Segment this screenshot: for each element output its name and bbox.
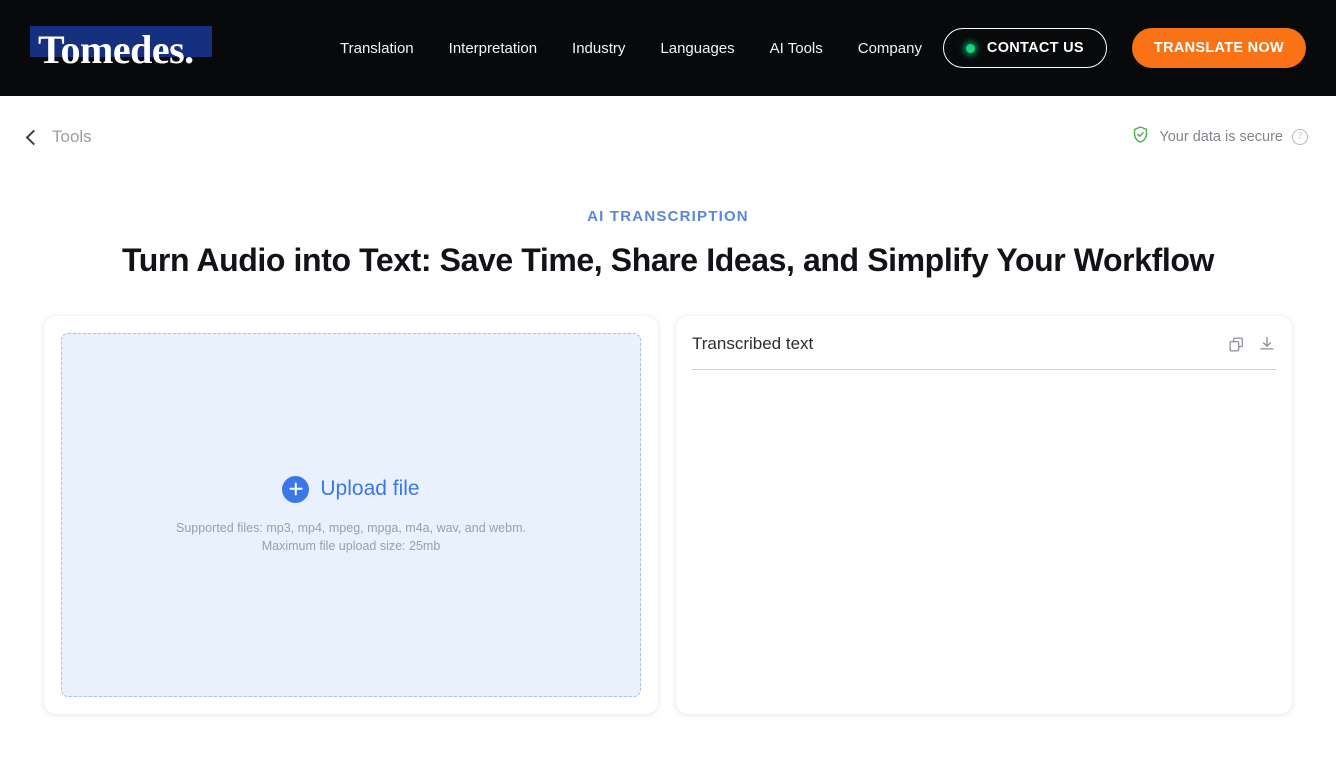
top-navbar: Tomedes. Translation Interpretation Indu… [0,0,1336,96]
help-question-icon[interactable]: ? [1292,129,1308,145]
plus-icon [282,476,309,503]
translate-now-label: TRANSLATE NOW [1154,40,1284,56]
contact-us-label: CONTACT US [987,40,1084,56]
file-dropzone[interactable]: Upload file Supported files: mp3, mp4, m… [61,333,641,697]
supported-files-text: Supported files: mp3, mp4, mpeg, mpga, m… [176,519,526,537]
tool-panels: Upload file Supported files: mp3, mp4, m… [0,279,1336,714]
transcription-output-card: Transcribed text [676,316,1292,714]
transcribed-text-header: Transcribed text [692,334,1276,370]
download-icon[interactable] [1258,335,1276,353]
nav-item-ai-tools[interactable]: AI Tools [770,40,823,57]
output-actions [1228,335,1276,353]
page-title: Turn Audio into Text: Save Time, Share I… [0,242,1336,279]
logo-text: Tomedes. [30,30,194,70]
shield-check-icon [1131,125,1150,149]
chevron-left-icon [26,129,42,145]
transcribed-text-output[interactable] [692,370,1276,698]
tool-subbar: Tools Your data is secure ? [0,96,1336,178]
contact-us-button[interactable]: CONTACT US [943,28,1107,68]
nav-item-interpretation[interactable]: Interpretation [449,40,537,57]
hero-section: AI TRANSCRIPTION Turn Audio into Text: S… [0,178,1336,279]
data-secure-label: Your data is secure [1159,129,1283,145]
nav-item-industry[interactable]: Industry [572,40,625,57]
online-status-dot [966,44,975,53]
upload-file-button[interactable]: Upload file [282,476,419,503]
back-to-tools-link[interactable]: Tools [28,127,92,147]
upload-hints: Supported files: mp3, mp4, mpeg, mpga, m… [176,519,526,555]
tomedes-logo[interactable]: Tomedes. [30,18,230,78]
navbar-actions: CONTACT US TRANSLATE NOW [943,28,1306,68]
upload-file-label: Upload file [320,477,419,501]
data-secure-notice: Your data is secure ? [1131,125,1308,149]
upload-card: Upload file Supported files: mp3, mp4, m… [44,316,658,714]
page-eyebrow: AI TRANSCRIPTION [0,208,1336,225]
primary-nav: Translation Interpretation Industry Lang… [340,40,922,57]
nav-item-company[interactable]: Company [858,40,922,57]
nav-item-translation[interactable]: Translation [340,40,414,57]
nav-item-languages[interactable]: Languages [660,40,734,57]
translate-now-button[interactable]: TRANSLATE NOW [1132,28,1306,68]
max-size-text: Maximum file upload size: 25mb [176,537,526,555]
copy-icon[interactable] [1228,336,1245,353]
back-to-tools-label: Tools [52,127,92,147]
transcribed-text-title: Transcribed text [692,334,813,354]
